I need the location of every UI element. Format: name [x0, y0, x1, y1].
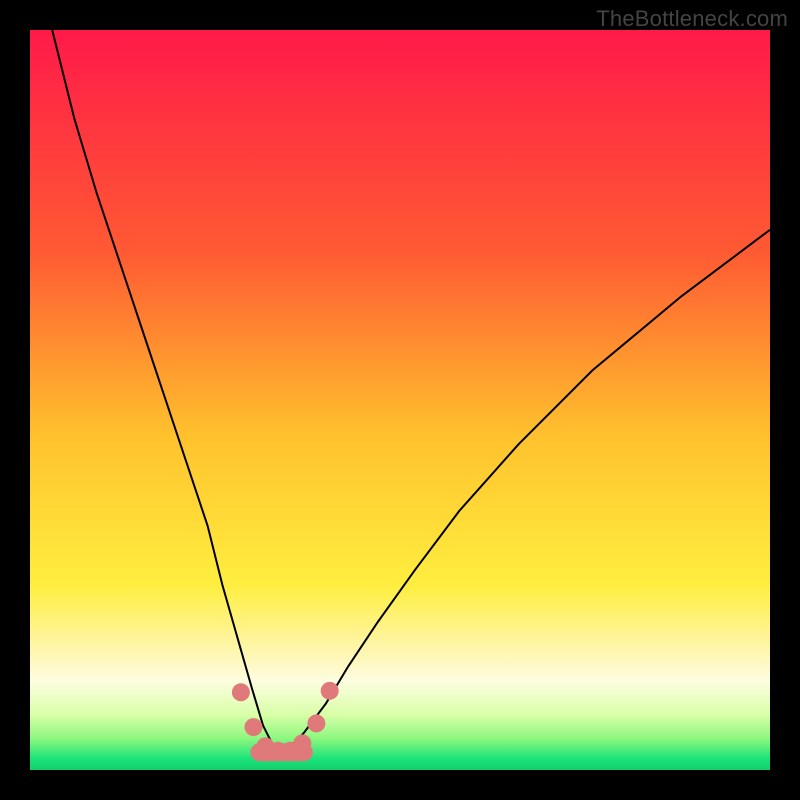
green-zone-markers-point: [321, 682, 339, 700]
green-zone-markers-point: [307, 714, 325, 732]
green-zone-markers-point: [244, 718, 262, 736]
gradient-background: [30, 30, 770, 770]
plot-area: [30, 30, 770, 770]
watermark-text: TheBottleneck.com: [596, 6, 788, 32]
green-zone-markers-point: [232, 683, 250, 701]
chart-frame: TheBottleneck.com: [0, 0, 800, 800]
bottleneck-chart: [30, 30, 770, 770]
